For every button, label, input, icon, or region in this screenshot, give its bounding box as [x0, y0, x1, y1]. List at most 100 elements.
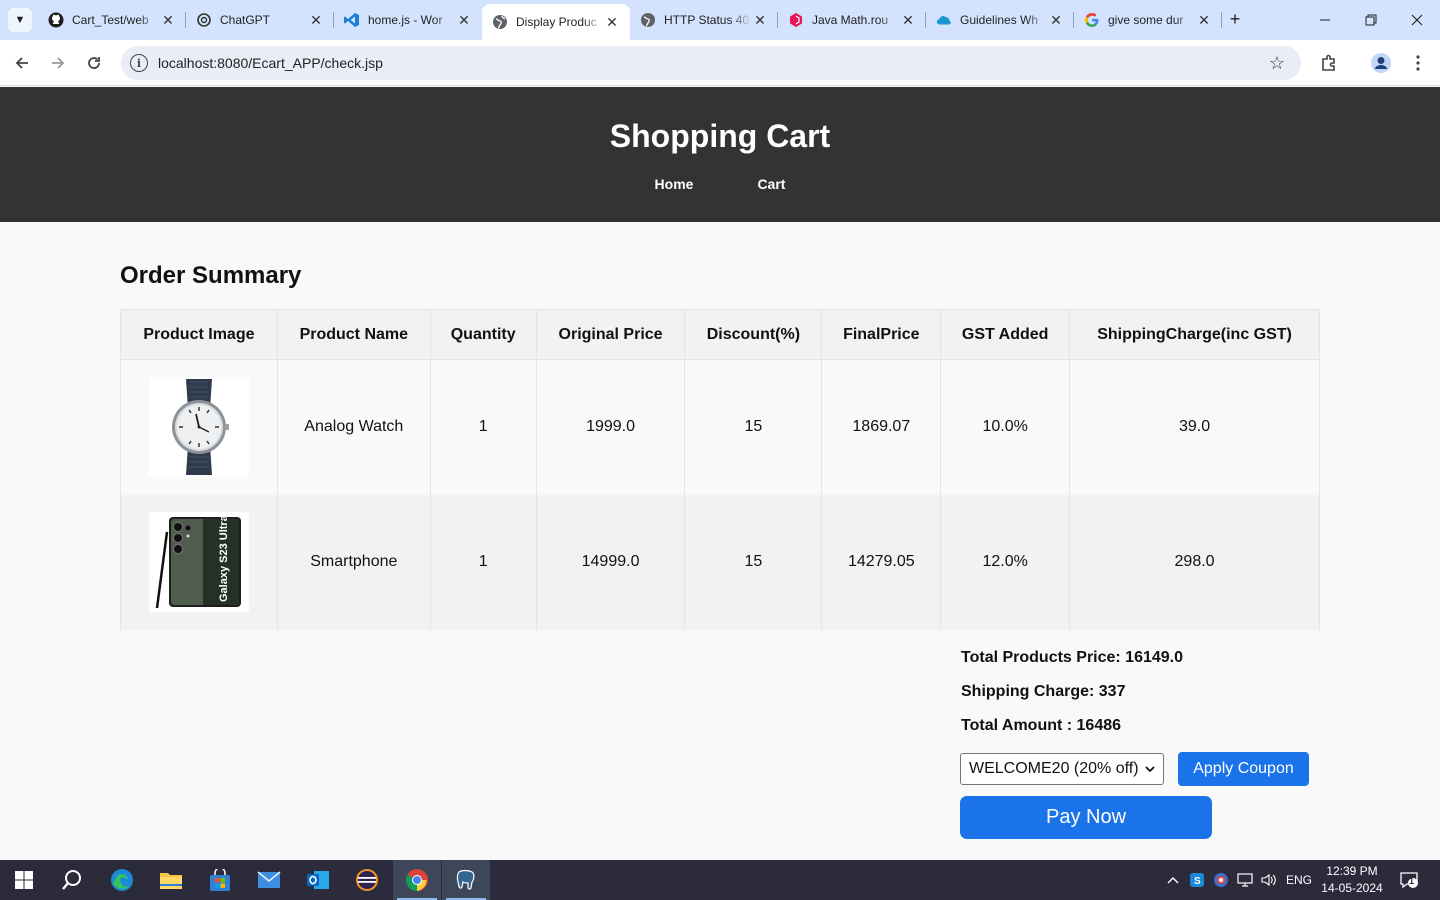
language-indicator[interactable]: ENG [1284, 860, 1314, 900]
browser-menu-icon[interactable] [1406, 52, 1430, 74]
close-window-icon[interactable] [1394, 0, 1440, 40]
chatgpt-icon [196, 12, 212, 28]
original-price-cell: 14999.0 [535, 494, 686, 630]
tab[interactable]: Guidelines Wh ✕ [926, 4, 1074, 36]
eclipse-ide-icon[interactable] [343, 860, 391, 900]
phone-box-label: Galaxy S23 Ultra [218, 514, 230, 602]
extensions-puzzle-icon[interactable] [1317, 52, 1341, 74]
microsoft-store-icon[interactable] [196, 860, 244, 900]
tab[interactable]: Cart_Test/web ✕ [38, 4, 186, 36]
cloud-icon [936, 12, 952, 28]
url-text[interactable]: localhost:8080/Ecart_APP/check.jsp [158, 55, 1265, 71]
close-tab-icon[interactable]: ✕ [604, 14, 620, 31]
tab[interactable]: Java Math.rou ✕ [778, 4, 926, 36]
column-header: ShippingCharge(inc GST) [1069, 309, 1320, 360]
site-nav: Home Cart [0, 176, 1440, 192]
geeks-icon [788, 12, 804, 28]
column-header: Product Name [276, 309, 431, 360]
column-header: Original Price [535, 309, 686, 360]
tab[interactable]: home.js - Wor ✕ [334, 4, 482, 36]
globe-icon [492, 14, 508, 30]
product-image-cell: Galaxy S23 Ultra [120, 494, 278, 630]
shipping-cell: 39.0 [1069, 359, 1320, 495]
postgresql-icon[interactable] [442, 860, 490, 900]
browser-toolbar: i localhost:8080/Ecart_APP/check.jsp ☆ [0, 40, 1440, 86]
quantity-cell: 1 [429, 494, 537, 630]
file-explorer-icon[interactable] [147, 860, 195, 900]
mail-icon[interactable] [245, 860, 293, 900]
chrome-icon[interactable] [393, 860, 441, 900]
tab[interactable]: give some dur ✕ [1074, 4, 1222, 36]
bookmark-star-icon[interactable]: ☆ [1265, 53, 1289, 74]
coupon-select[interactable]: WELCOME20 (20% off) [960, 753, 1164, 785]
skype-icon[interactable]: S [1186, 860, 1208, 900]
close-tab-icon[interactable]: ✕ [900, 12, 916, 29]
pay-now-button[interactable]: Pay Now [960, 796, 1212, 839]
new-tab-plus-icon[interactable]: + [1224, 8, 1246, 30]
table-row: Analog Watch 1 1999.0 15 1869.07 10.0% 3… [120, 359, 1320, 495]
total-amount: Total Amount : 16486 [961, 717, 1122, 734]
tab-title: HTTP Status 40 [664, 13, 750, 27]
address-bar[interactable]: i localhost:8080/Ecart_APP/check.jsp ☆ [121, 46, 1301, 80]
gst-cell: 10.0% [940, 359, 1071, 495]
column-header: Discount(%) [684, 309, 823, 360]
clock-date: 14-05-2024 [1321, 881, 1383, 895]
gst-cell: 12.0% [940, 494, 1071, 630]
notifications-icon[interactable]: 1 [1396, 860, 1422, 900]
dropdown-chevron-icon [1145, 766, 1155, 773]
tab-search-chevron-icon[interactable]: ▼ [8, 8, 32, 32]
edge-browser-icon[interactable] [98, 860, 146, 900]
volume-icon[interactable] [1258, 860, 1280, 900]
display-icon[interactable] [1234, 860, 1256, 900]
product-name-cell: Smartphone [276, 494, 431, 630]
product-name-cell: Analog Watch [276, 359, 431, 495]
close-tab-icon[interactable]: ✕ [1048, 12, 1064, 29]
close-tab-icon[interactable]: ✕ [456, 12, 472, 29]
close-tab-icon[interactable]: ✕ [752, 12, 768, 29]
tab-title: give some dur [1108, 13, 1184, 27]
apply-coupon-button[interactable]: Apply Coupon [1178, 752, 1309, 786]
forward-arrow-icon[interactable] [46, 51, 70, 75]
shipping-cell: 298.0 [1069, 494, 1320, 630]
tab-title: Java Math.rou [812, 13, 889, 27]
nav-link-cart[interactable]: Cart [725, 176, 817, 192]
back-arrow-icon[interactable] [10, 51, 34, 75]
order-table: Product Image Product Name Quantity Orig… [120, 309, 1320, 630]
clock[interactable]: 12:39 PM 14-05-2024 [1318, 863, 1386, 897]
windows-taskbar: S ENG 12:39 PM 14-05-2024 1 [0, 860, 1440, 900]
order-summary-title: Order Summary [120, 262, 302, 289]
discount-cell: 15 [684, 359, 823, 495]
tab-title: Guidelines Wh [960, 13, 1039, 27]
restore-icon[interactable] [1348, 0, 1394, 40]
tab-title: Cart_Test/web [72, 13, 149, 27]
outlook-icon[interactable] [294, 860, 342, 900]
reload-icon[interactable] [82, 51, 106, 75]
nav-link-home[interactable]: Home [623, 176, 726, 192]
tab-active[interactable]: Display Produc ✕ [482, 4, 630, 40]
total-products-price: Total Products Price: 16149.0 [961, 649, 1184, 666]
close-tab-icon[interactable]: ✕ [1196, 12, 1212, 29]
site-info-icon[interactable]: i [130, 54, 148, 72]
tab[interactable]: HTTP Status 40 ✕ [630, 4, 778, 36]
watch-image [148, 377, 249, 478]
windows-start-icon[interactable] [0, 860, 48, 900]
close-tab-icon[interactable]: ✕ [160, 12, 176, 29]
final-price-cell: 14279.05 [821, 494, 942, 630]
profile-avatar-icon[interactable] [1369, 52, 1393, 74]
final-price-cell: 1869.07 [821, 359, 942, 495]
minimize-icon[interactable] [1302, 0, 1348, 40]
product-image-cell [120, 359, 278, 495]
tab-title: home.js - Wor [368, 13, 443, 27]
show-hidden-icons-chevron-icon[interactable] [1162, 860, 1184, 900]
search-icon[interactable] [48, 860, 96, 900]
coupon-selected-value: WELCOME20 (20% off) [969, 760, 1139, 777]
network-globe-icon[interactable] [1210, 860, 1232, 900]
page-viewport: Shopping Cart Home Cart Order Summary Pr… [0, 87, 1440, 860]
google-icon [1084, 12, 1100, 28]
discount-cell: 15 [684, 494, 823, 630]
close-tab-icon[interactable]: ✕ [308, 12, 324, 29]
tab-list: Cart_Test/web ✕ ChatGPT ✕ home.js - Wor … [38, 4, 1222, 40]
quantity-cell: 1 [429, 359, 537, 495]
site-title: Shopping Cart [609, 118, 831, 154]
tab[interactable]: ChatGPT ✕ [186, 4, 334, 36]
